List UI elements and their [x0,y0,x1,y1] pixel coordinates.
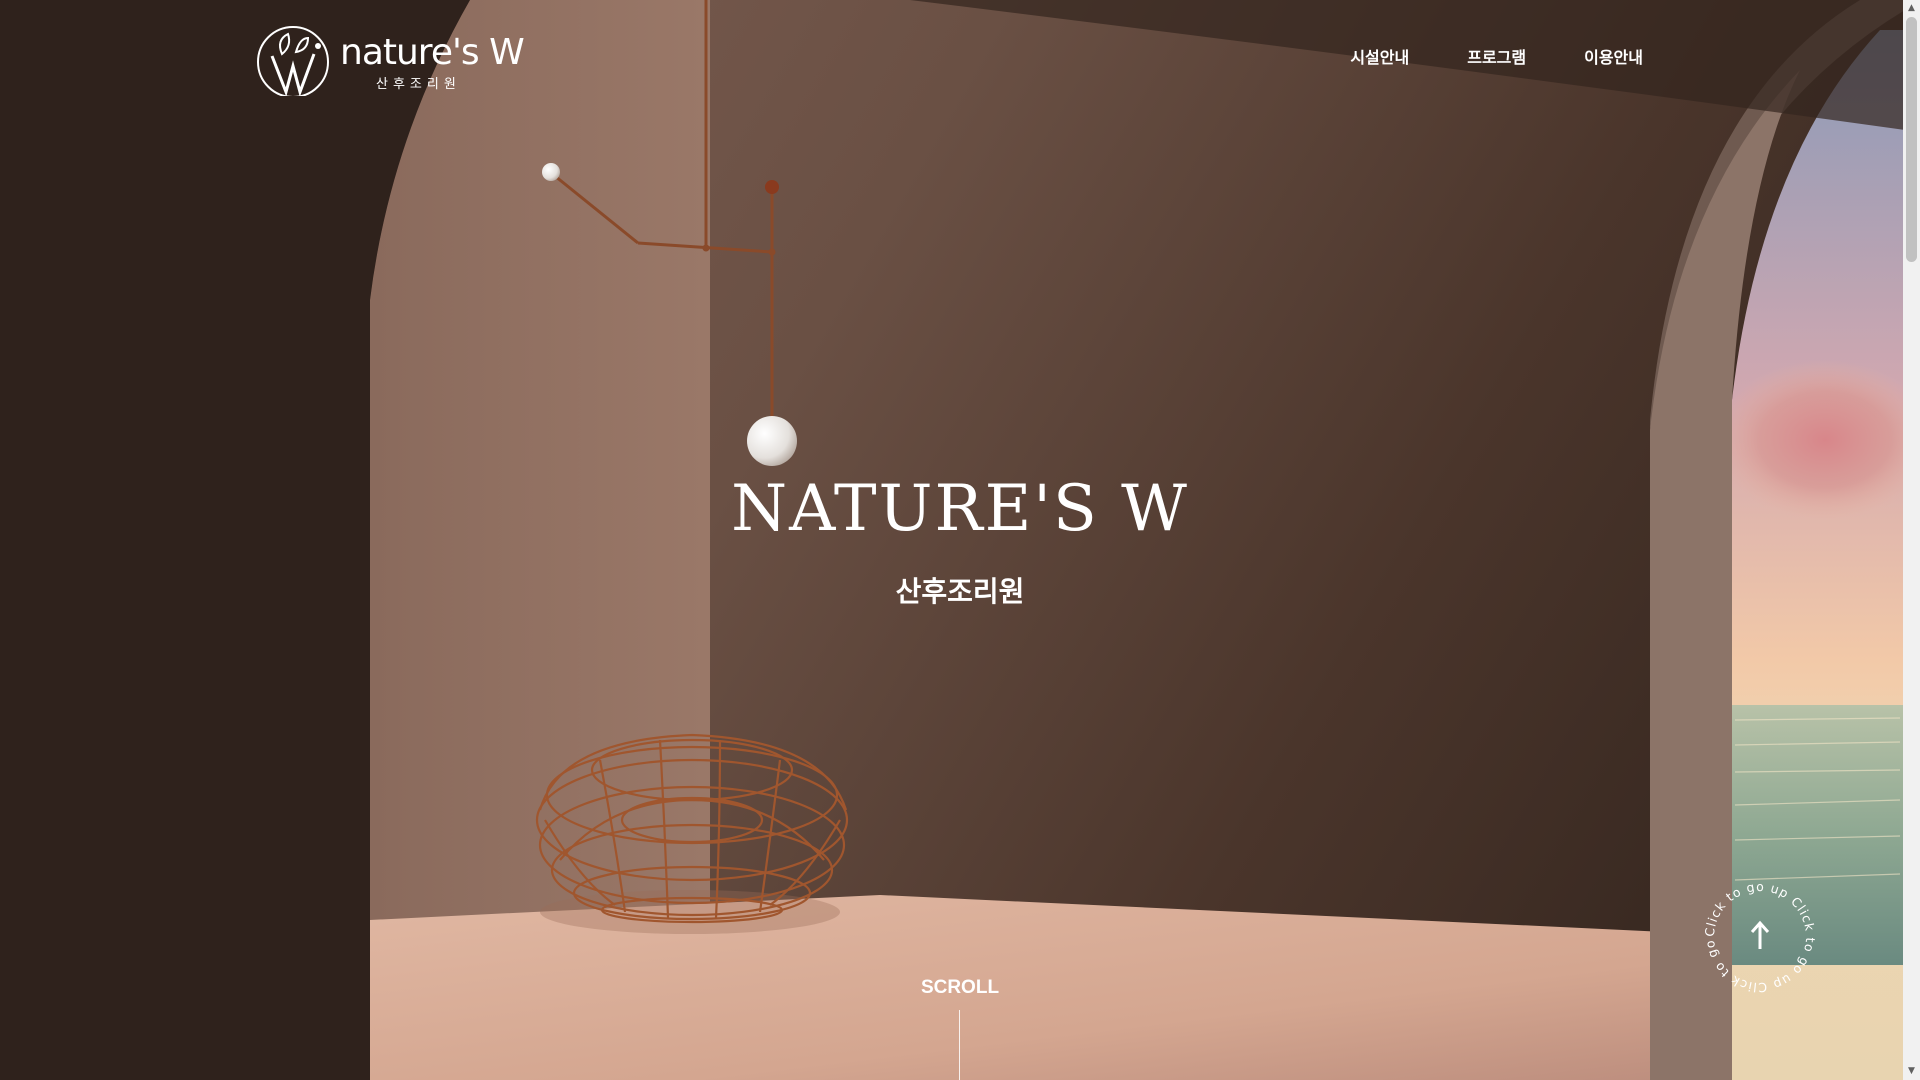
logo-emblem-icon [257,26,329,96]
go-top-button[interactable]: Click to go up Click to go up Click to g… [1696,865,1820,997]
logo-wordmark: nature's W [340,32,525,73]
scroll-down-icon[interactable]: ▼ [1903,1063,1920,1080]
site-header: nature's W 산후조리원 시설안내 프로그램 이용안내 [0,0,1903,110]
brand-logo[interactable]: nature's W 산후조리원 [256,26,525,96]
scroll-up-icon[interactable]: ▲ [1903,0,1920,17]
hero-subtitle: 산후조리원 [895,575,1025,608]
main-nav: 시설안내 프로그램 이용안내 [1350,44,1643,68]
logo-subtext: 산후조리원 [376,77,461,92]
scroll-label: SCROLL [920,977,1000,998]
nav-item-facilities[interactable]: 시설안내 [1350,44,1409,68]
page: nature's W 산후조리원 시설안내 프로그램 이용안내 NATURE'S… [0,0,1920,1080]
nav-item-programs[interactable]: 프로그램 [1467,44,1526,68]
go-top-ring: Click to go up Click to go up Click to g… [1696,865,1818,995]
scroll-line [959,1010,960,1080]
scroll-thumb[interactable] [1906,17,1917,262]
arrow-up-icon [1750,920,1770,949]
page-scrollbar[interactable]: ▲ ▼ [1903,0,1920,1080]
hero-title: NATURE'S W [731,472,1189,546]
nav-item-guide[interactable]: 이용안내 [1584,44,1643,68]
